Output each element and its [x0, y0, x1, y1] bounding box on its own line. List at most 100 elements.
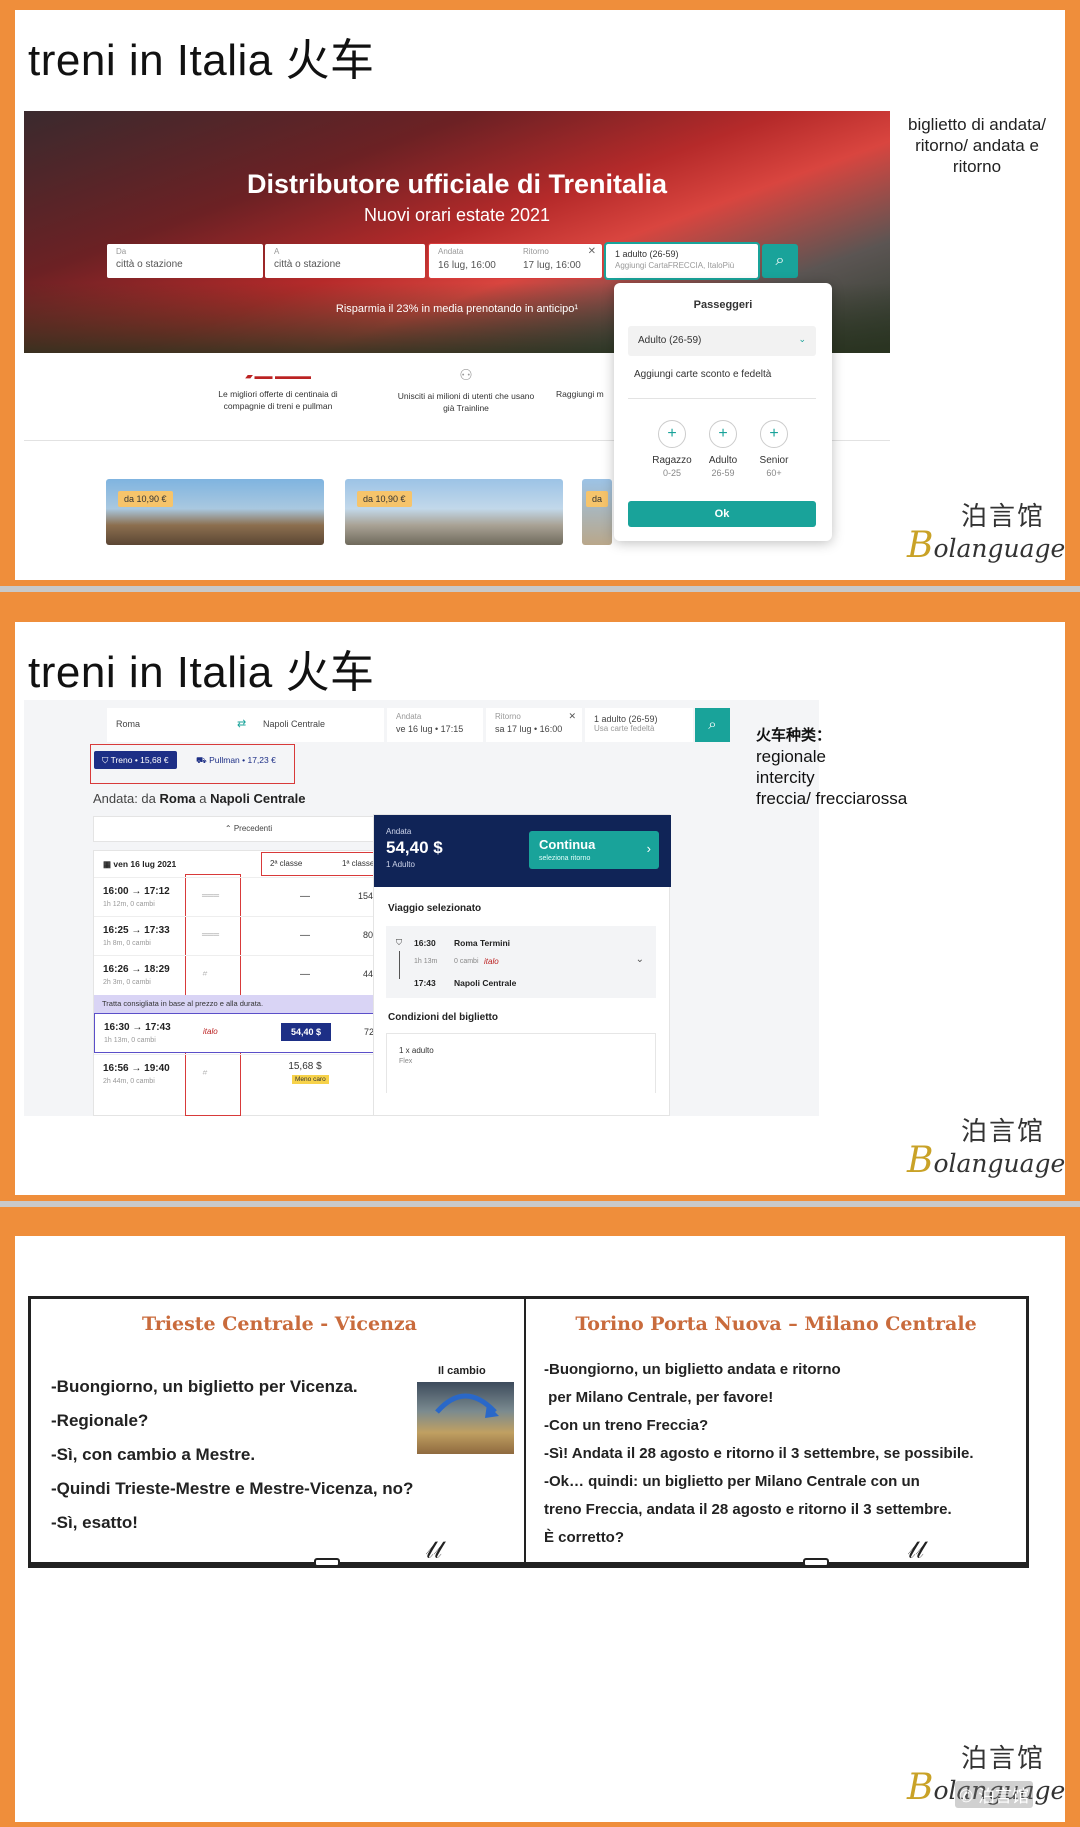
clear-return-icon[interactable]: ✕ [588, 246, 596, 257]
row-price-2nd[interactable]: — [280, 891, 330, 902]
return-field[interactable]: Ritorno sa 17 lug • 16:00 ✕ [486, 708, 582, 742]
row-price-2nd[interactable]: — [280, 969, 330, 980]
train-types-note: 火车种类： regionale intercity freccia/ frecc… [756, 725, 907, 809]
feature-3: Raggiungi m [556, 388, 616, 400]
route-heading: Andata: da Roma a Napoli Centrale [93, 791, 306, 806]
row-price-2nd[interactable]: — [280, 930, 330, 941]
return-value: sa 17 lug • 16:00 [495, 724, 563, 734]
cheapest-badge: Meno caro [292, 1075, 329, 1084]
offer-card-partial[interactable]: da [582, 479, 612, 545]
summary-pax: 1 Adulto [386, 860, 415, 869]
dialogue-line: -Con un treno Freccia? [544, 1417, 709, 1434]
row-price-2nd[interactable]: 54,40 $ [281, 1023, 331, 1041]
table-row[interactable]: 16:56 → 19:40 2h 44m, 0 cambi ⌗ 15,68 $ … [94, 1054, 403, 1093]
dialogue-line: per Milano Centrale, per favore! [544, 1389, 774, 1406]
passenger-type-select[interactable]: Adulto (26-59) ⌄ [628, 326, 816, 356]
feature-1-text: Le migliori offerte di centinaia di comp… [218, 389, 338, 411]
offer-price: da [586, 491, 609, 507]
board-ledge [31, 1562, 528, 1568]
slide-title: treni in Italia 火车 [28, 36, 375, 85]
slide-3: Trieste Centrale - Vicenza Il cambio -Bu… [15, 1236, 1065, 1822]
search-button[interactable]: ⌕ [762, 244, 798, 278]
outbound-field[interactable]: Andata ve 16 lug • 17:15 [387, 708, 483, 742]
passengers-field[interactable]: 1 adulto (26-59) Usa carte fedeltà [585, 708, 693, 742]
note-heading: 火车种类： [756, 727, 832, 744]
pax-name: Senior [759, 455, 789, 466]
feature-1: ▰ ▬▬ ▬▬▬▬ Le migliori offerte di centina… [203, 370, 353, 412]
train-icon: ⛉ [396, 938, 402, 947]
row-detail: 1h 12m, 0 cambi [103, 901, 155, 908]
fare-pax: 1 x adulto [399, 1046, 434, 1055]
search-icon: ⌕ [775, 252, 785, 269]
row-times: 16:26 → 18:29 [103, 964, 170, 975]
arr-station: Napoli Centrale [454, 978, 517, 988]
to-value: città o stazione [274, 259, 341, 270]
dialogue-line: -Quindi Trieste-Mestre e Mestre-Vicenza,… [51, 1479, 414, 1498]
date-header: ▦ ven 16 lug 2021 [103, 859, 177, 869]
add-cards-link[interactable]: Aggiungi carte sconto e fedeltà [634, 369, 771, 380]
slide-title: treni in Italia 火车 [28, 648, 375, 697]
search-results-app: Roma ⇄ Napoli Centrale Andata ve 16 lug … [24, 700, 819, 1116]
fare-card: 1 x adulto Flex [386, 1033, 656, 1093]
offer-card-paris[interactable]: da 10,90 € [345, 479, 563, 545]
outbound-value: ve 16 lug • 17:15 [396, 724, 464, 734]
search-icon: ⌕ [708, 716, 717, 733]
chevron-up-icon: ⌃ [224, 824, 234, 833]
feature-2-text: Unisciti ai milioni di utenti che usano … [397, 391, 535, 413]
row-times: 16:30 → 17:43 [104, 1022, 171, 1033]
brand-en: Bolanguages [907, 1140, 1065, 1181]
class-headers: 2ª classe 1ª classe [261, 852, 391, 876]
clear-return-icon[interactable]: ✕ [568, 711, 576, 722]
dates-field[interactable]: Andata 16 lug, 16:00 Ritorno 17 lug, 16:… [428, 243, 603, 279]
bus-chip[interactable]: ⛟ Pullman • 17,23 € [188, 751, 284, 769]
ok-button[interactable]: Ok [628, 501, 816, 527]
class2-header[interactable]: 2ª classe [270, 859, 302, 868]
to-field[interactable]: A città o stazione [265, 244, 425, 278]
offer-card-rome[interactable]: da 10,90 € [106, 479, 324, 545]
hero-heading: Distributore ufficiale di Trenitalia [246, 169, 668, 199]
from-value: Roma [116, 719, 141, 729]
add-senior-button[interactable]: + [760, 420, 788, 448]
table-row[interactable]: 16:26 → 18:29 2h 3m, 0 cambi ⌗ — 44,61 $ [94, 955, 403, 994]
class1-header[interactable]: 1ª classe [342, 859, 374, 868]
watermark: ✆ 泊言馆 [955, 1781, 1033, 1808]
trenitalia-logo: ▰ ▬▬ ▬▬▬▬ [245, 371, 311, 381]
earlier-button[interactable]: ⌃ Precedenti [93, 816, 404, 842]
bus-icon: ⛟ [196, 755, 210, 765]
swap-icon[interactable]: ⇄ [237, 717, 246, 730]
arr-time: 17:43 [414, 978, 436, 988]
passengers-field[interactable]: 1 adulto (26-59) Aggiungi CartaFRECCIA, … [604, 242, 760, 280]
table-row[interactable]: 16:00 → 17:12 1h 12m, 0 cambi ═══ — 154,… [94, 877, 403, 916]
add-adulto-button[interactable]: + [709, 420, 737, 448]
search-button[interactable]: ⌕ [695, 708, 730, 742]
continue-button[interactable]: Continua seleziona ritorno › [529, 831, 659, 869]
add-ragazzo-button[interactable]: + [658, 420, 686, 448]
row-price-2nd[interactable]: 15,68 $ [280, 1061, 330, 1072]
chevron-down-icon[interactable]: ⌄ [636, 954, 644, 965]
train-chip[interactable]: ⛉ Treno • 15,68 € [94, 751, 177, 769]
feature-2: ⚇ Unisciti ai milioni di utenti che usan… [391, 368, 541, 414]
transport-chips: ⛉ Treno • 15,68 € ⛟ Pullman • 17,23 € [90, 744, 295, 784]
board-title: Torino Porta Nuova – Milano Centrale [575, 1313, 977, 1335]
eraser-icon [314, 1558, 340, 1567]
table-row-selected[interactable]: 16:30 → 17:43 1h 13m, 0 cambi italo 54,4… [94, 1013, 403, 1053]
table-row[interactable]: 16:25 → 17:33 1h 8m, 0 cambi ═══ — 80,55… [94, 916, 403, 955]
trip-summary: Andata 54,40 $ 1 Adulto Continua selezio… [373, 814, 671, 1116]
italo-logo: italo [484, 957, 499, 966]
dialogue-line: -Regionale? [51, 1411, 149, 1430]
station-photo [417, 1382, 514, 1454]
from-label: Da [116, 247, 127, 256]
outbound-value: 16 lug, 16:00 [438, 260, 496, 271]
offer-price: da 10,90 € [357, 491, 412, 507]
route-field[interactable]: Roma ⇄ Napoli Centrale [107, 708, 384, 742]
dep-station: Roma Termini [454, 938, 511, 948]
dialogue-line: È corretto? [544, 1529, 625, 1546]
brand-logo: 泊言馆 Bolanguages [907, 1111, 1065, 1181]
dialogue-line: -Buongiorno, un biglietto andata e ritor… [544, 1361, 841, 1378]
journey-line [399, 951, 400, 979]
separator [0, 1201, 1080, 1207]
selected-journey[interactable]: ⛉ 16:30 Roma Termini 1h 13m 0 cambi ital… [386, 926, 656, 998]
from-field[interactable]: Da città o stazione [107, 244, 263, 278]
outbound-label: Andata [396, 712, 422, 721]
popup-title: Passeggeri [693, 299, 753, 311]
